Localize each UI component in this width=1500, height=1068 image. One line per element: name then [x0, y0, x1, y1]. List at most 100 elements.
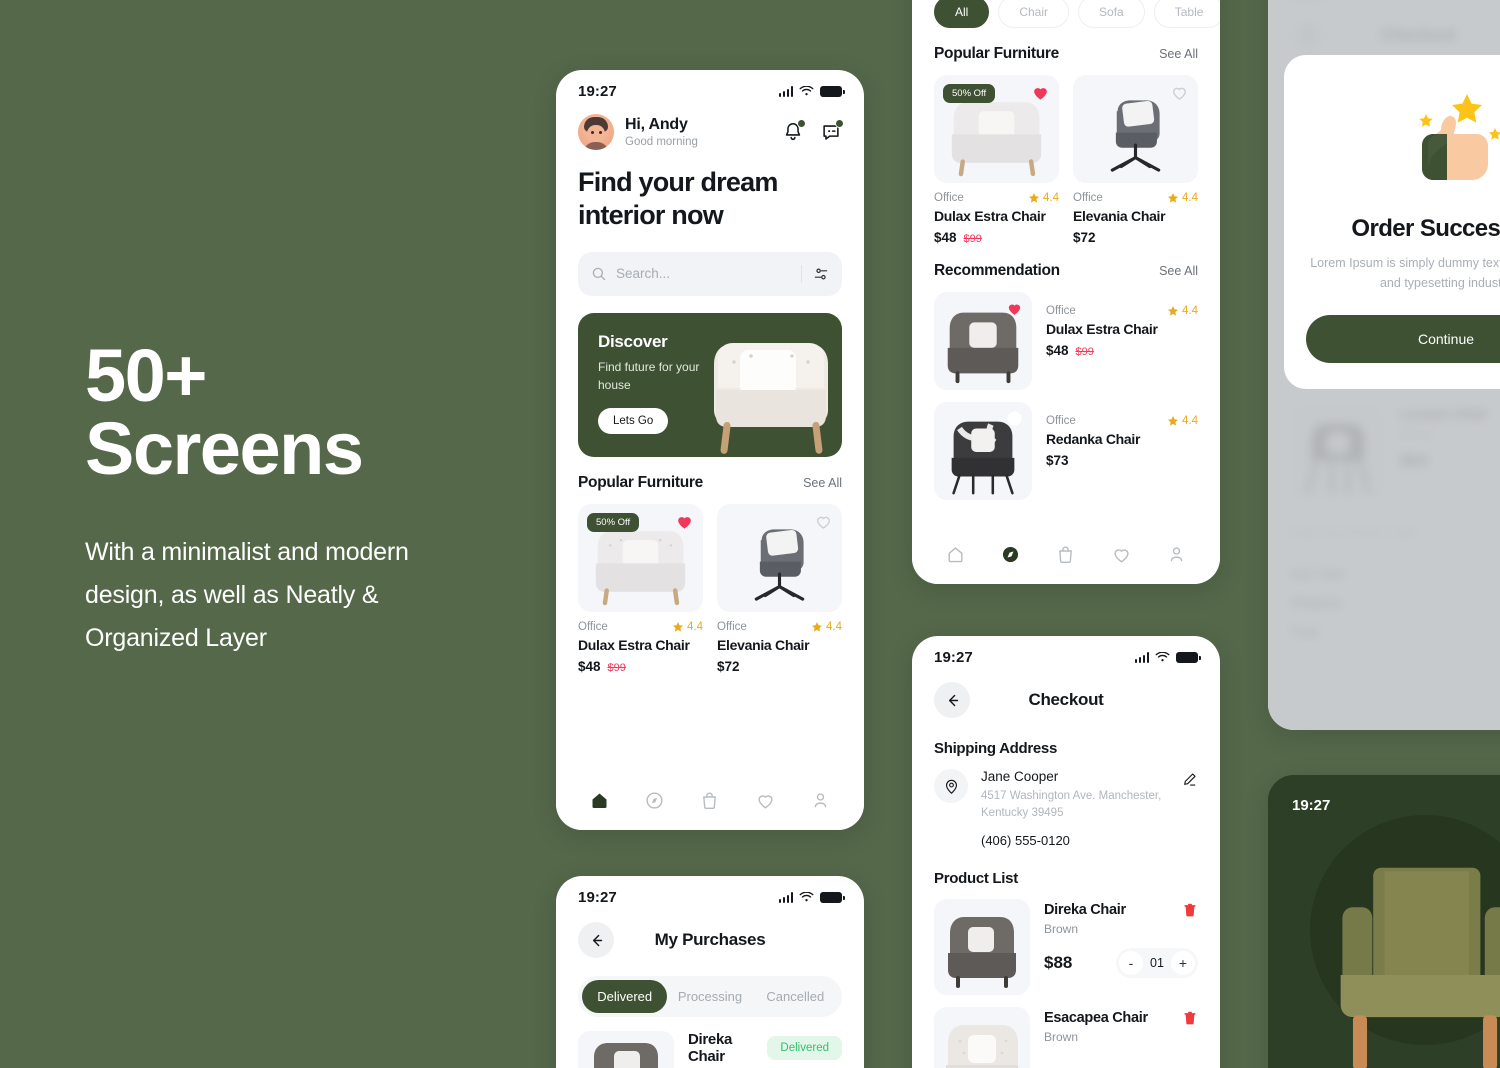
chip-table[interactable]: Table — [1153, 0, 1220, 28]
product-name: Dulax Estra Chair — [1046, 321, 1158, 337]
message-icon[interactable] — [820, 119, 844, 143]
popular-see-all[interactable]: See All — [803, 476, 842, 490]
increase-quantity-button[interactable]: + — [1171, 950, 1195, 975]
back-button[interactable] — [578, 922, 614, 958]
product-name: Redanka Chair — [1046, 431, 1141, 447]
status-bar: 19:27 — [556, 70, 864, 100]
popular-see-all[interactable]: See All — [1159, 47, 1198, 61]
quantity-stepper[interactable]: - 01 + — [1116, 947, 1198, 978]
greeting-name: Hi, Andy — [625, 116, 688, 133]
nav-bag-icon[interactable] — [699, 789, 721, 811]
product-category: Office — [717, 620, 747, 633]
back-button[interactable] — [934, 682, 970, 718]
delete-product-button[interactable] — [1182, 1010, 1198, 1031]
avatar[interactable] — [578, 114, 614, 150]
product-color: Brown — [1044, 1029, 1079, 1044]
greeting-row: Hi, Andy Good morning — [556, 100, 864, 150]
tab-delivered[interactable]: Delivered — [582, 980, 668, 1013]
banner-title: Discover — [598, 331, 668, 351]
popular-title: Popular Furniture — [934, 45, 1059, 62]
status-time: 19:27 — [578, 889, 617, 906]
nav-home-icon[interactable] — [945, 543, 967, 565]
trash-icon — [1184, 903, 1196, 916]
favorite-icon-outline[interactable] — [814, 512, 833, 536]
nav-bag-icon[interactable] — [1055, 543, 1077, 565]
nav-profile-icon[interactable] — [1165, 543, 1187, 565]
favorite-icon-filled[interactable] — [1031, 83, 1050, 107]
decrease-quantity-button[interactable]: - — [1119, 950, 1143, 975]
wifi-icon — [799, 892, 814, 902]
product-category: Office — [1073, 192, 1103, 204]
star-icon — [1168, 416, 1178, 426]
recommendation-item[interactable]: Office 4.4 Redanka Chair $73 — [912, 390, 1220, 500]
product-price-row: $48 $99 — [578, 659, 703, 674]
tab-processing[interactable]: Processing — [667, 980, 752, 1013]
search-input[interactable]: Search... — [578, 251, 842, 296]
tab-cancelled[interactable]: Cancelled — [753, 980, 838, 1013]
chip-sofa[interactable]: Sofa — [1078, 0, 1145, 28]
promo-block: 50+ Screens With a minimalist and modern… — [85, 334, 505, 660]
favorite-icon-outline[interactable] — [1006, 410, 1023, 432]
status-icons — [1134, 652, 1201, 663]
product-category: Office — [1046, 415, 1076, 427]
popular-section-header: Popular Furniture See All — [912, 28, 1220, 63]
purchase-row[interactable]: Direka Chair Delivered Brown 1 Items — [556, 1017, 864, 1068]
product-card[interactable]: 50% Off Office 4.4 Dulax Estra Chair $48… — [578, 503, 703, 674]
product-image: 50% Off — [578, 503, 703, 612]
address-name: Jane Cooper — [981, 769, 1059, 784]
battery-icon — [820, 86, 845, 97]
category-chips: All Chair Sofa Table — [912, 0, 1220, 28]
trash-icon — [1184, 1011, 1196, 1024]
signal-icon — [778, 86, 793, 97]
product-rating: 4.4 — [1167, 192, 1198, 204]
nav-profile-icon[interactable] — [809, 789, 831, 811]
chip-chair[interactable]: Chair — [998, 0, 1070, 28]
chair-image — [594, 1043, 658, 1068]
lets-go-button[interactable]: Lets Go — [598, 407, 669, 434]
shipping-address-row[interactable]: Jane Cooper 4517 Washington Ave. Manches… — [912, 757, 1220, 848]
nav-heart-icon[interactable] — [754, 789, 776, 811]
favorite-icon-filled[interactable] — [1006, 300, 1023, 322]
checkout-product-row: Esacapea Chair Brown — [912, 995, 1220, 1068]
bell-icon[interactable] — [782, 119, 806, 143]
chair-image — [948, 916, 1016, 988]
discover-banner[interactable]: Discover Find future for your house Lets… — [578, 312, 842, 457]
product-old-price: $99 — [607, 661, 626, 674]
recommendation-item[interactable]: Office 4.4 Dulax Estra Chair $48 $99 — [912, 280, 1220, 390]
product-image — [934, 898, 1030, 995]
pencil-icon — [1184, 773, 1196, 786]
nav-compass-icon[interactable] — [1000, 543, 1022, 565]
modal-title: Order Successful — [1351, 215, 1500, 242]
signal-icon — [778, 892, 793, 903]
promo-headline-line1: 50+ — [85, 334, 208, 417]
nav-heart-icon[interactable] — [1110, 543, 1132, 565]
popular-grid: 50% Off Office 4.4 Dulax Estra Chair $48… — [556, 492, 864, 674]
star-icon — [812, 621, 822, 632]
continue-button[interactable]: Continue — [1306, 315, 1500, 363]
product-price-row: $48 $99 — [934, 230, 1059, 245]
favorite-icon-filled[interactable] — [675, 512, 694, 536]
product-price-row: $72 — [717, 659, 842, 674]
edit-address-button[interactable] — [1181, 769, 1198, 793]
filter-icon[interactable] — [813, 266, 829, 282]
product-card[interactable]: Office 4.4 Elevania Chair $72 — [1073, 75, 1198, 245]
recommendation-see-all[interactable]: See All — [1159, 264, 1198, 278]
message-badge-dot — [835, 119, 844, 128]
promo-subtext: With a minimalist and modern design, as … — [85, 538, 409, 653]
product-rating: 4.4 — [672, 621, 703, 633]
chip-all[interactable]: All — [934, 0, 990, 28]
status-icons — [778, 892, 845, 903]
delete-product-button[interactable] — [1182, 902, 1198, 923]
product-price: $72 — [717, 658, 740, 674]
product-name: Elevania Chair — [1073, 208, 1166, 224]
nav-compass-icon[interactable] — [644, 789, 666, 811]
nav-home-icon[interactable] — [589, 789, 611, 811]
product-price-row: $73 — [1046, 453, 1198, 468]
shipping-address-title: Shipping Address — [934, 740, 1057, 757]
greeting-subtitle: Good morning — [625, 136, 698, 148]
arrow-left-icon — [592, 934, 602, 946]
star-icon — [1168, 193, 1178, 203]
product-card[interactable]: Office 4.4 Elevania Chair $72 — [717, 503, 842, 674]
product-card[interactable]: 50% Off Office 4.4 Dulax Estra Chair $48… — [934, 75, 1059, 245]
favorite-icon-outline[interactable] — [1170, 83, 1189, 107]
